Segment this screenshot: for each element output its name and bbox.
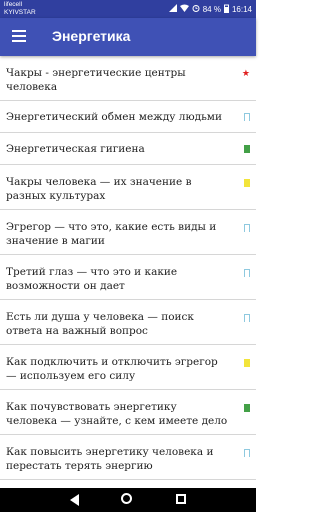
list-item-title: Чакры - энергетические центры человека [6, 67, 186, 93]
list-item[interactable]: Как подключить и отключить эгрегор — исп… [0, 345, 256, 390]
bookmark-icon[interactable] [244, 314, 250, 325]
list-item-title: Чакры человека — их значение в разных ку… [6, 176, 192, 202]
bookmark-icon[interactable] [243, 404, 250, 415]
list-item[interactable]: Чакры - энергетические центры человека ★ [0, 56, 256, 101]
star-icon[interactable]: ★ [242, 70, 250, 79]
signal-icon [168, 4, 177, 14]
clock-time: 16:14 [231, 4, 252, 14]
navigation-bar [0, 488, 256, 512]
status-bar: lifecell KYIVSTAR 84 % 16:14 [0, 0, 256, 18]
carrier-line2: KYIVSTAR [4, 8, 36, 16]
carrier-line1: lifecell [4, 1, 23, 8]
bookmark-icon[interactable] [243, 145, 250, 156]
wifi-icon [179, 4, 189, 14]
list-item-title: Третий глаз — что это и какие возможност… [6, 266, 178, 292]
list-item-title: Энергетический обмен между людьми [6, 111, 222, 123]
list-item-title: Энергетическая гигиена [6, 143, 145, 155]
alarm-icon [192, 4, 200, 14]
home-icon[interactable] [121, 493, 132, 504]
list-item[interactable]: Третий глаз — что это и какие возможност… [0, 255, 256, 300]
list-item[interactable]: Как повысить энергетику человека и перес… [0, 435, 256, 480]
back-icon[interactable] [70, 494, 79, 506]
bookmark-icon[interactable] [244, 269, 250, 280]
bookmark-icon[interactable] [244, 449, 250, 460]
list-item[interactable]: Эгрегор — что это, какие есть виды и зна… [0, 210, 256, 255]
list-item-title: Как почувствовать энергетику человека — … [6, 401, 228, 427]
hamburger-menu-icon[interactable] [12, 30, 26, 42]
bookmark-icon[interactable] [244, 113, 250, 124]
list-item-title: Есть ли душа у человека — поиск ответа н… [6, 311, 194, 337]
list-item[interactable]: Энергетический обмен между людьми [0, 101, 256, 133]
bookmark-icon[interactable] [244, 224, 250, 235]
battery-percent: 84 % [202, 4, 221, 14]
list-item[interactable]: Есть ли душа у человека — поиск ответа н… [0, 300, 256, 345]
article-list[interactable]: Чакры - энергетические центры человека ★ Э… [0, 56, 256, 488]
app-bar: Энергетика [0, 18, 256, 56]
list-item[interactable]: Энергетическая гигиена [0, 133, 256, 165]
list-item[interactable]: Как почувствовать энергетику человека — … [0, 390, 256, 435]
list-item[interactable]: Чакры человека — их значение в разных ку… [0, 165, 256, 210]
recents-icon[interactable] [176, 494, 186, 504]
list-item[interactable]: Очищение и восстановление [0, 480, 256, 488]
list-item-title: Как повысить энергетику человека и перес… [6, 446, 214, 472]
carrier-info: lifecell KYIVSTAR [4, 1, 36, 16]
list-item-title: Эгрегор — что это, какие есть виды и зна… [6, 221, 217, 247]
bookmark-icon[interactable] [243, 359, 250, 370]
list-item-title: Как подключить и отключить эгрегор — исп… [6, 356, 218, 382]
battery-icon [223, 4, 229, 15]
page-title: Энергетика [52, 28, 131, 44]
bookmark-icon[interactable] [243, 179, 250, 190]
